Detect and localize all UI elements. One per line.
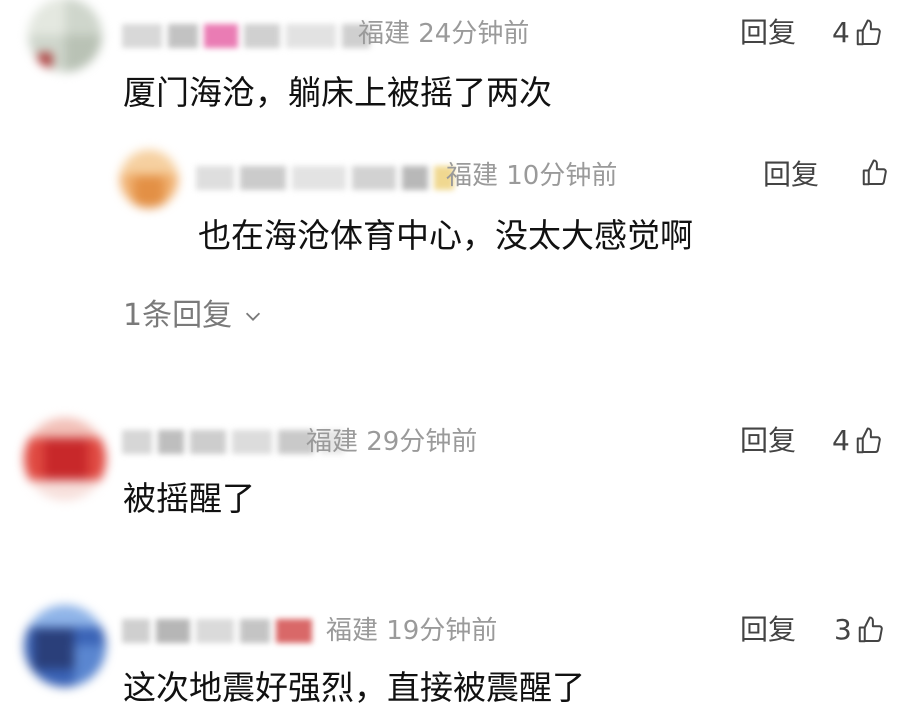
like-button[interactable]: 3 xyxy=(834,613,886,647)
thumbs-up-icon xyxy=(856,19,881,46)
reply-button[interactable]: 回复 xyxy=(740,424,796,458)
comment-item: 福建 19分钟前 回复 3 这次地震好强烈，直接被震醒了 xyxy=(0,595,897,720)
like-count: 4 xyxy=(832,16,850,49)
like-count: 3 xyxy=(834,613,852,646)
more-replies-label: 1条回复 xyxy=(123,298,233,333)
comment-text: 厦门海沧，躺床上被摇了两次 xyxy=(123,73,552,112)
reply-username-blurred[interactable] xyxy=(196,164,454,192)
username-blurred[interactable] xyxy=(122,617,312,645)
comment-item: 福建 24分钟前 回复 4 厦门海沧，躺床上被摇了两次 福建 10分钟前 回复 … xyxy=(0,0,897,360)
thumbs-up-icon xyxy=(858,616,883,643)
comment-text: 这次地震好强烈，直接被震醒了 xyxy=(123,668,585,707)
chevron-down-icon xyxy=(246,312,261,321)
reply-like-button[interactable] xyxy=(860,158,890,188)
avatar[interactable] xyxy=(24,418,106,500)
reply-text: 也在海沧体育中心，没太大感觉啊 xyxy=(198,216,693,255)
reply-avatar[interactable] xyxy=(120,150,178,208)
location-time: 福建 29分钟前 xyxy=(306,427,478,457)
reply-reply-button[interactable]: 回复 xyxy=(763,158,819,192)
reply-button[interactable]: 回复 xyxy=(740,613,796,647)
thumbs-up-icon xyxy=(856,427,881,454)
like-count: 4 xyxy=(832,424,850,457)
reply-location-time: 福建 10分钟前 xyxy=(446,161,618,191)
thumbs-up-icon xyxy=(862,159,887,186)
more-replies-link[interactable]: 1条回复 xyxy=(123,298,264,334)
avatar[interactable] xyxy=(24,605,106,687)
like-button[interactable]: 4 xyxy=(832,16,884,50)
username-blurred[interactable] xyxy=(122,22,370,50)
comment-item: 福建 29分钟前 回复 4 被摇醒了 xyxy=(0,400,897,540)
location-time: 福建 24分钟前 xyxy=(358,19,530,49)
avatar[interactable] xyxy=(28,0,102,72)
location-time: 福建 19分钟前 xyxy=(326,616,498,646)
like-button[interactable]: 4 xyxy=(832,424,884,458)
comment-text: 被摇醒了 xyxy=(123,479,255,518)
reply-button[interactable]: 回复 xyxy=(740,16,796,50)
